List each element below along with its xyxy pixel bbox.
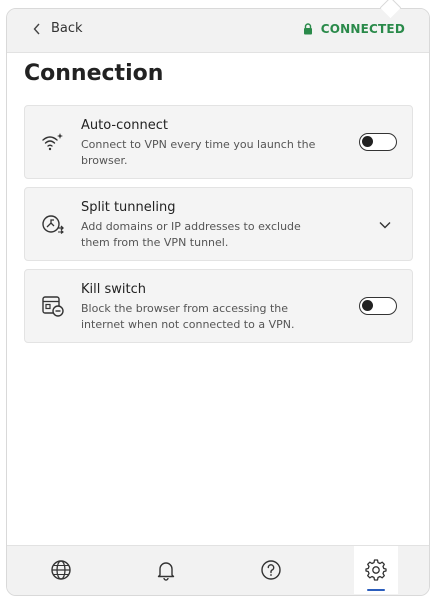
extension-popup: Back CONNECTED Connection Auto-connect C… <box>6 8 430 596</box>
setting-name: Kill switch <box>81 282 146 297</box>
kill-switch-text: Kill switch Block the browser from acces… <box>81 282 316 333</box>
toggle-knob <box>362 300 373 311</box>
bell-icon <box>157 562 175 581</box>
nav-locations[interactable] <box>39 546 83 594</box>
connection-status: CONNECTED <box>303 22 405 36</box>
split-tunnel-icon <box>42 215 64 234</box>
auto-connect-text: Auto-connect Connect to VPN every time y… <box>81 118 316 169</box>
back-button[interactable]: Back <box>33 21 83 36</box>
gear-icon <box>365 559 387 581</box>
setting-description: Add domains or IP addresses to exclude t… <box>81 220 301 249</box>
browser-block-icon <box>42 296 64 317</box>
setting-description: Block the browser from accessing the int… <box>81 302 295 331</box>
nav-help[interactable] <box>249 546 293 594</box>
setting-split-tunneling[interactable]: Split tunneling Add domains or IP addres… <box>24 187 413 261</box>
split-tunneling-text: Split tunneling Add domains or IP addres… <box>81 200 316 251</box>
back-label: Back <box>51 21 83 36</box>
kill-switch-toggle[interactable] <box>359 297 397 315</box>
active-tab-indicator <box>367 589 385 591</box>
help-icon <box>261 560 281 580</box>
chevron-left-icon <box>33 23 40 34</box>
setting-name: Auto-connect <box>81 118 168 133</box>
setting-kill-switch: Kill switch Block the browser from acces… <box>24 269 413 343</box>
toggle-knob <box>362 136 373 147</box>
bottom-navigation <box>7 545 429 595</box>
setting-auto-connect: Auto-connect Connect to VPN every time y… <box>24 105 413 179</box>
setting-name: Split tunneling <box>81 200 176 215</box>
auto-connect-toggle[interactable] <box>359 133 397 151</box>
lock-icon <box>303 23 312 35</box>
nav-settings[interactable] <box>354 546 398 594</box>
status-label: CONNECTED <box>320 22 405 36</box>
nav-notifications[interactable] <box>144 546 188 594</box>
header-bar: Back CONNECTED <box>7 9 429 53</box>
wifi-sparkle-icon <box>42 133 63 151</box>
setting-description: Connect to VPN every time you launch the… <box>81 138 316 167</box>
page-title: Connection <box>24 61 164 86</box>
globe-icon <box>51 560 71 580</box>
chevron-down-icon[interactable] <box>378 218 392 232</box>
